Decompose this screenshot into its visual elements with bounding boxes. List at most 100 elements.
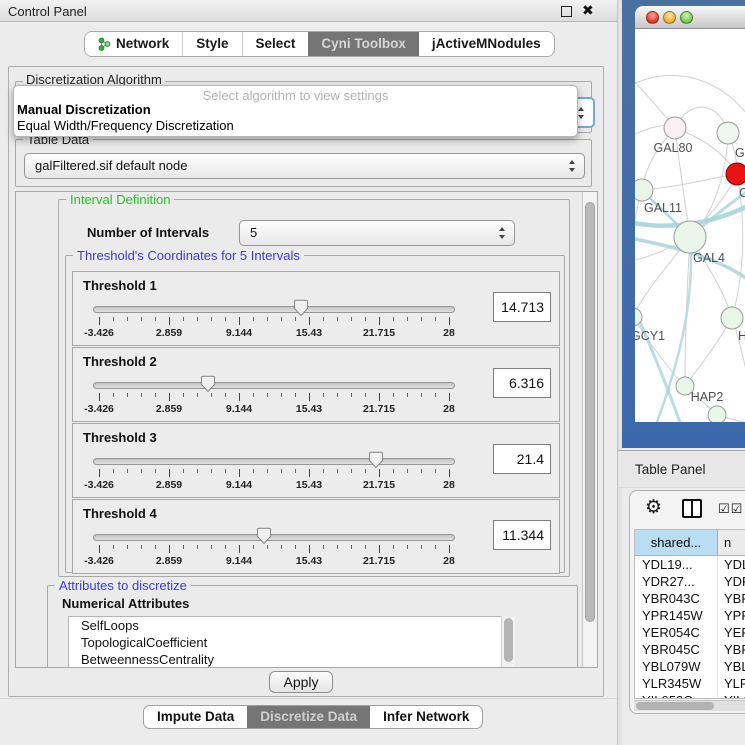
threshold-1-label: Threshold 1 bbox=[83, 278, 157, 293]
tab-cyni-toolbox[interactable]: Cyni Toolbox bbox=[308, 32, 419, 56]
cell-shared-name[interactable]: YPR145W bbox=[635, 607, 718, 624]
table-row[interactable]: YDR27... YDR2 bbox=[635, 573, 745, 590]
threshold-1-slider[interactable]: -3.4262.8599.14415.4321.71528 bbox=[99, 300, 449, 344]
slider-thumb[interactable] bbox=[368, 451, 384, 469]
minimize-traffic-light-icon[interactable] bbox=[663, 11, 676, 24]
threshold-2-slider[interactable]: -3.4262.8599.14415.4321.71528 bbox=[99, 376, 449, 420]
list-scrollbar-thumb[interactable] bbox=[504, 618, 513, 662]
settings-scrollbar[interactable] bbox=[582, 192, 597, 667]
cell-name[interactable]: YLR3 bbox=[718, 675, 745, 692]
slider-track[interactable] bbox=[93, 306, 455, 313]
node-bottom-partial[interactable] bbox=[708, 406, 726, 422]
tab-infer-network[interactable]: Infer Network bbox=[370, 706, 482, 728]
close-icon[interactable]: ✖ bbox=[582, 2, 594, 19]
slider-ticks bbox=[99, 545, 449, 554]
node-gal80[interactable] bbox=[664, 117, 686, 139]
attribute-list-item[interactable]: SelfLoops bbox=[69, 617, 514, 634]
label-gcy1: GCY1 bbox=[635, 329, 665, 343]
threshold-3-slider[interactable]: -3.4262.8599.14415.4321.71528 bbox=[99, 452, 449, 496]
cell-shared-name[interactable]: YDR27... bbox=[635, 573, 718, 590]
list-scrollbar[interactable] bbox=[501, 616, 515, 668]
tab-jactivemnodules[interactable]: jActiveMNodules bbox=[419, 32, 554, 56]
attribute-list-item[interactable]: TopologicalCoefficient bbox=[69, 634, 514, 651]
table-horizontal-scrollbar[interactable] bbox=[634, 700, 745, 711]
table-data-combobox[interactable]: galFiltered.sif default node bbox=[24, 153, 585, 179]
slider-thumb[interactable] bbox=[256, 527, 272, 545]
table-row[interactable]: YBR043C YBR0 bbox=[635, 590, 745, 607]
table-row[interactable]: YBL079W YBL0 bbox=[635, 658, 745, 675]
node-table: shared... n YDL19... YDL1 YDR27... YDR2 … bbox=[634, 529, 745, 699]
cell-name[interactable]: YER0 bbox=[718, 624, 745, 641]
label-partial-g: G bbox=[735, 146, 745, 160]
gear-icon[interactable]: ⚙ bbox=[645, 498, 662, 518]
cell-name[interactable]: YDL1 bbox=[718, 556, 745, 573]
cell-shared-name[interactable]: YIL052C bbox=[635, 692, 718, 699]
cell-name[interactable]: YIL0 bbox=[718, 692, 745, 699]
cell-name[interactable]: YBL0 bbox=[718, 658, 745, 675]
tab-network[interactable]: Network bbox=[85, 32, 182, 56]
cell-name[interactable]: YPR1 bbox=[718, 607, 745, 624]
label-hap2: HAP2 bbox=[691, 390, 724, 404]
dropdown-placeholder: Select algorithm to view settings bbox=[14, 86, 577, 102]
numerical-attributes-list[interactable]: SelfLoopsTopologicalCoefficientBetweenne… bbox=[68, 616, 515, 668]
cell-name[interactable]: YBR0 bbox=[718, 641, 745, 658]
dropdown-option-manual[interactable]: Manual Discretization bbox=[14, 102, 577, 118]
cell-shared-name[interactable]: YBL079W bbox=[635, 658, 718, 675]
network-icon bbox=[98, 37, 111, 51]
table-row[interactable]: YIL052C YIL0 bbox=[635, 692, 745, 699]
threshold-4-slider[interactable]: -3.4262.8599.14415.4321.71528 bbox=[99, 528, 449, 572]
column-header-name[interactable]: n bbox=[718, 530, 745, 555]
tab-select[interactable]: Select bbox=[242, 32, 309, 56]
node-partial-top-right[interactable] bbox=[717, 122, 739, 144]
column-header-shared-name[interactable]: shared... bbox=[635, 530, 718, 555]
tab-style[interactable]: Style bbox=[182, 32, 241, 56]
cell-shared-name[interactable]: YDL19... bbox=[635, 556, 718, 573]
tab-discretize-data[interactable]: Discretize Data bbox=[247, 706, 370, 728]
cell-shared-name[interactable]: YER054C bbox=[635, 624, 718, 641]
node-selected-red[interactable] bbox=[726, 163, 745, 185]
node-gal11[interactable] bbox=[635, 179, 653, 201]
algorithm-dropdown-popup: Select algorithm to view settings Manual… bbox=[13, 85, 578, 137]
cell-name[interactable]: YDR2 bbox=[718, 573, 745, 590]
table-scrollbar-thumb[interactable] bbox=[636, 702, 714, 710]
slider-track[interactable] bbox=[93, 382, 455, 389]
network-window-titlebar[interactable] bbox=[635, 6, 745, 29]
threshold-4-value-input[interactable] bbox=[493, 520, 551, 550]
threshold-1-value-input[interactable] bbox=[493, 292, 551, 322]
cell-name[interactable]: YBR0 bbox=[718, 590, 745, 607]
slider-ticks bbox=[99, 393, 449, 402]
label-partial-h: H bbox=[738, 329, 745, 343]
apply-button[interactable]: Apply bbox=[269, 671, 333, 693]
cell-shared-name[interactable]: YLR345W bbox=[635, 675, 718, 692]
thresholds-group-title: Threshold's Coordinates for 5 Intervals bbox=[73, 248, 304, 263]
close-traffic-light-icon[interactable] bbox=[646, 11, 659, 24]
slider-thumb[interactable] bbox=[200, 375, 216, 393]
checked-boxes-icon[interactable]: ☑☑ bbox=[718, 501, 743, 517]
table-panel-titlebar: Table Panel bbox=[618, 450, 745, 488]
table-row[interactable]: YER054C YER0 bbox=[635, 624, 745, 641]
table-row[interactable]: YLR345W YLR3 bbox=[635, 675, 745, 692]
slider-track[interactable] bbox=[93, 458, 455, 465]
table-row[interactable]: YBR045C YBR0 bbox=[635, 641, 745, 658]
float-window-icon[interactable] bbox=[561, 6, 572, 17]
slider-track[interactable] bbox=[93, 534, 455, 541]
zoom-traffic-light-icon[interactable] bbox=[680, 11, 693, 24]
table-row[interactable]: YPR145W YPR1 bbox=[635, 607, 745, 624]
cell-shared-name[interactable]: YBR043C bbox=[635, 590, 718, 607]
attribute-list-item[interactable]: BetweennessCentrality bbox=[69, 651, 514, 668]
table-row[interactable]: YDL19... YDL1 bbox=[635, 556, 745, 573]
node-partial-low-right[interactable] bbox=[721, 307, 743, 329]
tab-impute-data[interactable]: Impute Data bbox=[144, 706, 247, 728]
cell-shared-name[interactable]: YBR045C bbox=[635, 641, 718, 658]
number-of-intervals-combobox[interactable]: 5 bbox=[239, 220, 515, 246]
threshold-3-label: Threshold 3 bbox=[83, 430, 157, 445]
settings-scrollbar-thumb[interactable] bbox=[585, 202, 595, 622]
node-gal4[interactable] bbox=[674, 221, 706, 253]
split-columns-icon[interactable] bbox=[682, 499, 702, 518]
threshold-3-value-input[interactable] bbox=[493, 444, 551, 474]
threshold-2-value-input[interactable] bbox=[493, 368, 551, 398]
slider-thumb[interactable] bbox=[293, 299, 309, 317]
network-canvas[interactable]: GAL80 G C GAL11 GAL4 GCY1 H HAP2 bbox=[635, 29, 745, 422]
dropdown-option-equal-width[interactable]: Equal Width/Frequency Discretization bbox=[14, 118, 577, 134]
slider-tick-labels: -3.4262.8599.14415.4321.71528 bbox=[99, 555, 449, 567]
